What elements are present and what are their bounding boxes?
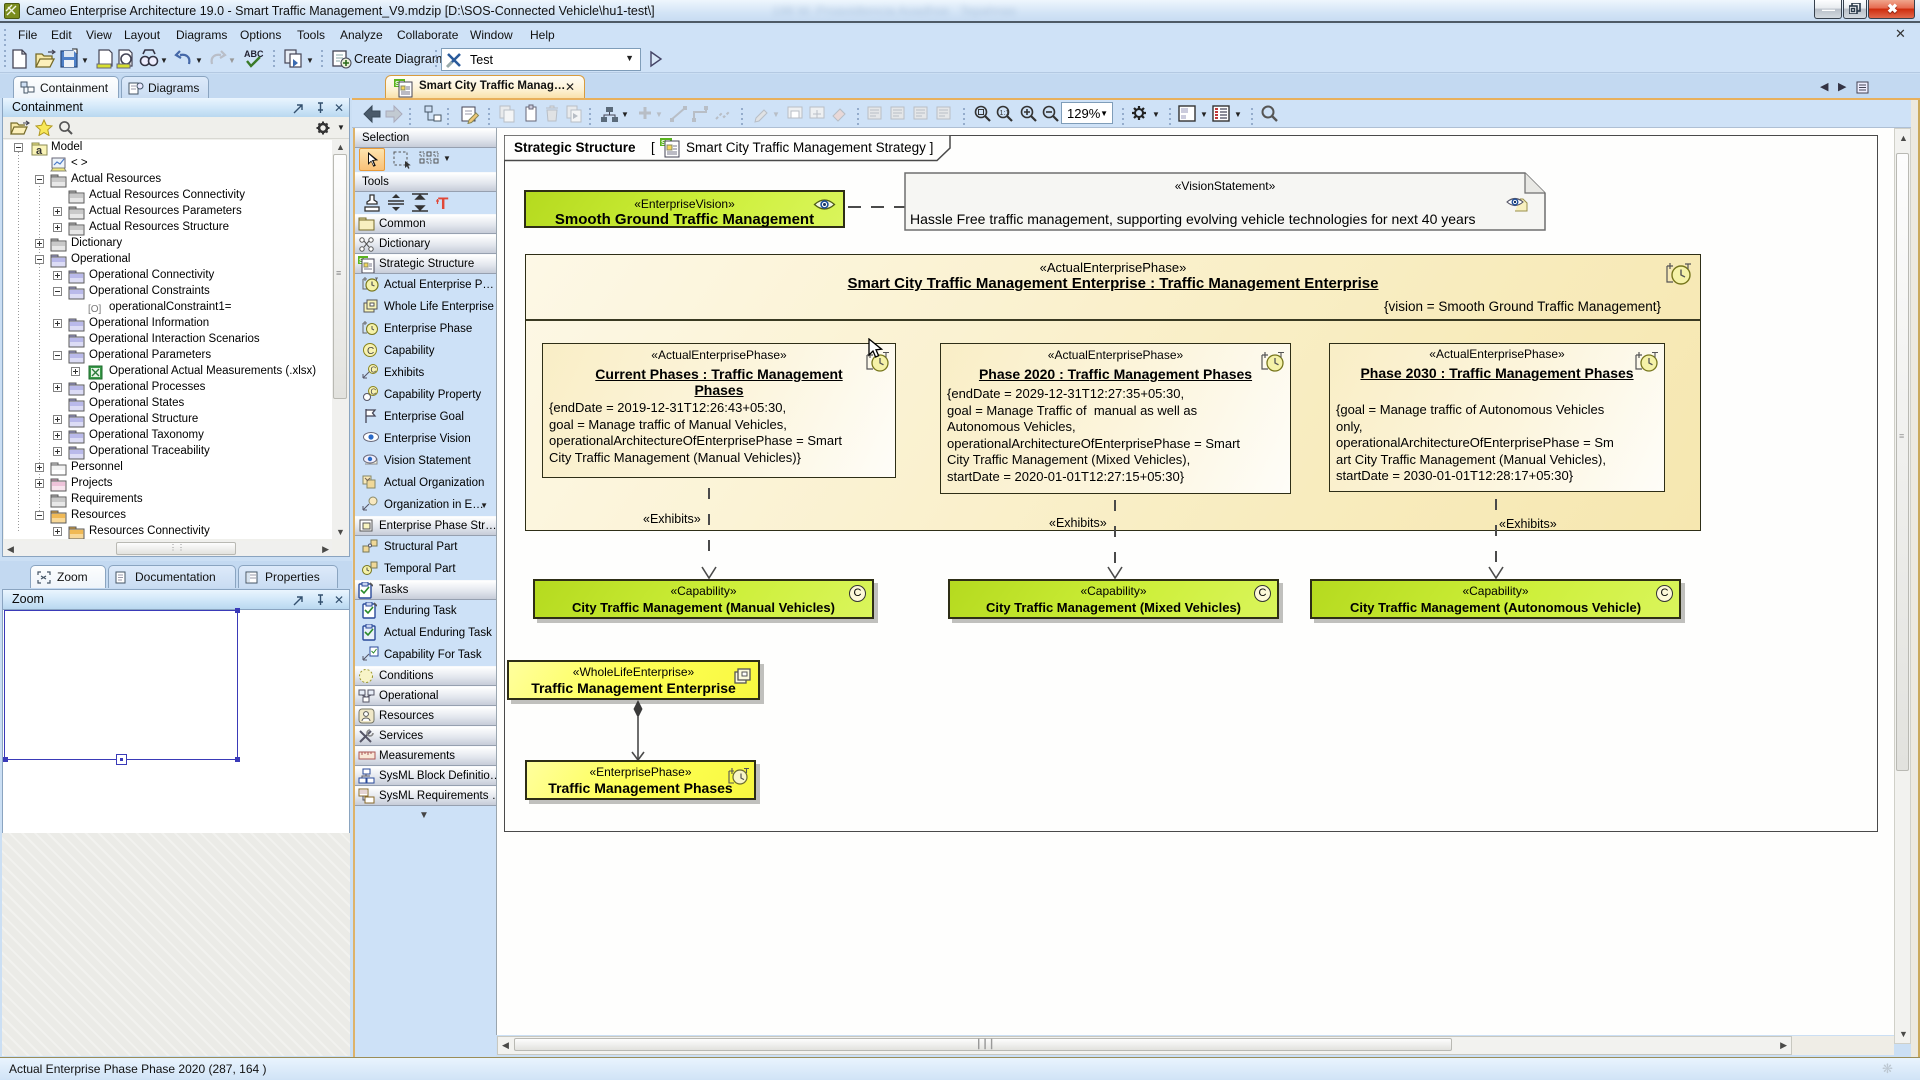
svg-text:a: a <box>36 145 43 156</box>
svg-text:T: T <box>438 194 449 212</box>
svg-text:C: C <box>367 346 374 357</box>
svg-text:C: C <box>371 366 377 375</box>
svg-text:[O]: [O] <box>88 304 102 315</box>
svg-text:C: C <box>371 388 377 397</box>
svg-text:ABC: ABC <box>244 49 264 59</box>
